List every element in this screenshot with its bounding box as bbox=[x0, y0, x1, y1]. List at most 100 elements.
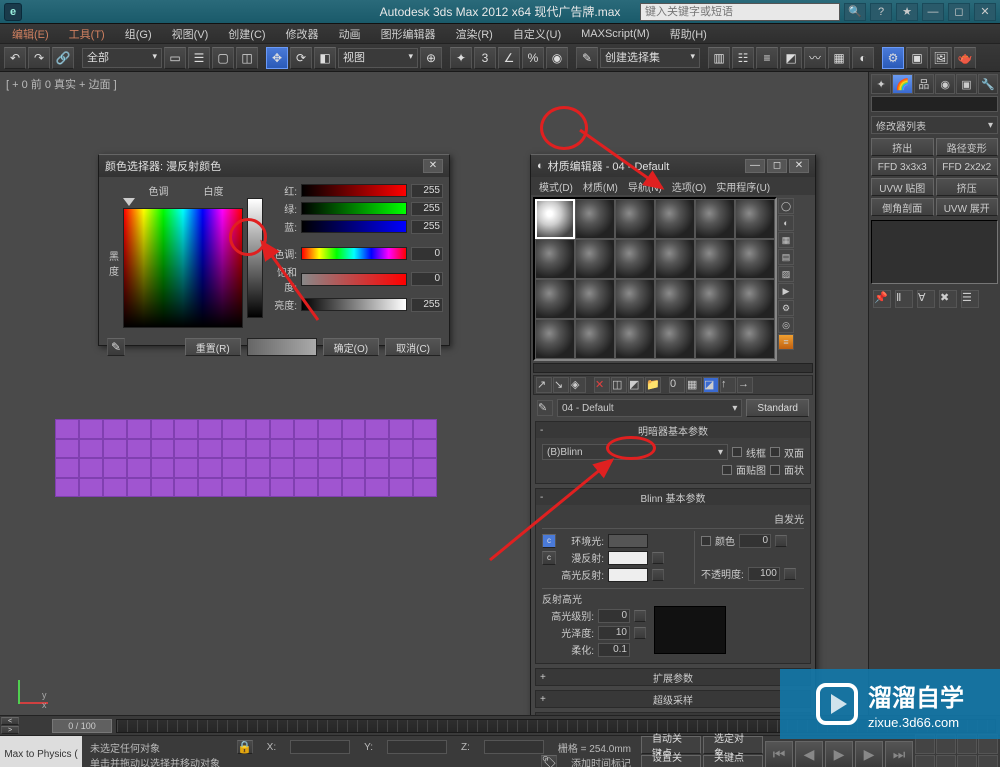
select-by-mat-icon[interactable]: ◎ bbox=[778, 317, 794, 333]
graphite-button[interactable]: ◩ bbox=[780, 47, 802, 69]
sat-value[interactable]: 0 bbox=[411, 272, 443, 286]
modifier-btn-ffd3[interactable]: FFD 3x3x3 bbox=[871, 158, 934, 176]
sample-slot[interactable] bbox=[735, 199, 775, 239]
menu-view[interactable]: 视图(V) bbox=[164, 25, 217, 43]
sample-slot[interactable] bbox=[535, 279, 575, 319]
sample-slot[interactable] bbox=[735, 319, 775, 359]
selection-filter-dropdown[interactable]: 全部 bbox=[82, 48, 162, 68]
nav-orbit-icon[interactable] bbox=[915, 755, 935, 767]
mat-menu-options[interactable]: 选项(O) bbox=[668, 178, 710, 195]
reset-map-icon[interactable]: ✕ bbox=[594, 377, 610, 393]
teapot-icon[interactable]: 🫖 bbox=[954, 47, 976, 69]
blue-value[interactable]: 255 bbox=[411, 220, 443, 234]
sat-slider[interactable] bbox=[301, 273, 407, 286]
mat-max-button[interactable]: ◻ bbox=[767, 159, 787, 173]
hierarchy-tab[interactable]: 品 bbox=[914, 74, 934, 94]
x-coord[interactable] bbox=[290, 740, 350, 754]
material-editor-title[interactable]: ◐材质编辑器 - 04 - Default — ◻ ✕ bbox=[531, 155, 815, 177]
sample-slot[interactable] bbox=[575, 279, 615, 319]
schematic-button[interactable]: ▦ bbox=[828, 47, 850, 69]
mat-min-button[interactable]: — bbox=[745, 159, 765, 173]
y-coord[interactable] bbox=[387, 740, 447, 754]
go-forward-icon[interactable]: → bbox=[737, 377, 753, 393]
sample-slot[interactable] bbox=[655, 279, 695, 319]
opacity-value[interactable]: 100 bbox=[748, 567, 780, 581]
maximize-button[interactable]: ◻ bbox=[948, 3, 970, 21]
assign-icon[interactable]: ◈ bbox=[570, 377, 586, 393]
sample-slot[interactable] bbox=[535, 239, 575, 279]
green-slider[interactable] bbox=[301, 202, 407, 215]
specular-map-button[interactable] bbox=[652, 569, 664, 581]
pin-stack-icon[interactable]: 📌 bbox=[873, 290, 891, 308]
utilities-tab[interactable]: 🔧 bbox=[978, 74, 998, 94]
menu-render[interactable]: 渲染(R) bbox=[448, 25, 501, 43]
sample-slot[interactable] bbox=[615, 239, 655, 279]
motion-tab[interactable]: ◉ bbox=[935, 74, 955, 94]
color-field[interactable] bbox=[123, 208, 243, 328]
sample-slot[interactable] bbox=[695, 239, 735, 279]
render-button[interactable]: 🖼 bbox=[930, 47, 952, 69]
nav-walk-icon[interactable] bbox=[957, 755, 977, 767]
material-type-button[interactable]: Standard bbox=[746, 399, 809, 417]
sample-slot[interactable] bbox=[735, 239, 775, 279]
select-button[interactable]: ▭ bbox=[164, 47, 186, 69]
prev-frame-button[interactable]: ◀ bbox=[795, 741, 823, 767]
selfillum-map-button[interactable] bbox=[775, 535, 787, 547]
help-search-input[interactable] bbox=[640, 3, 840, 21]
z-coord[interactable] bbox=[484, 740, 544, 754]
keyfilter-button[interactable]: 关键点过滤器 bbox=[703, 755, 763, 767]
uv-tile-icon[interactable]: ▤ bbox=[778, 249, 794, 265]
help-icon[interactable]: ? bbox=[870, 3, 892, 21]
selected-object-mesh[interactable] bbox=[55, 419, 437, 497]
mat-menu-material[interactable]: 材质(M) bbox=[579, 178, 622, 195]
material-editor-button[interactable]: ◐ bbox=[852, 47, 874, 69]
sample-slot[interactable] bbox=[695, 319, 735, 359]
redo-button[interactable]: ↷ bbox=[28, 47, 50, 69]
menu-help[interactable]: 帮助(H) bbox=[662, 25, 715, 43]
setkey-button[interactable]: 设置关键点 bbox=[641, 755, 701, 767]
mat-map-nav-icon[interactable]: ≡ bbox=[778, 334, 794, 350]
preview-icon[interactable]: ▶ bbox=[778, 283, 794, 299]
sample-slot[interactable] bbox=[655, 319, 695, 359]
modifier-stack[interactable] bbox=[871, 220, 998, 284]
specular-swatch[interactable] bbox=[608, 568, 648, 582]
mat-close-button[interactable]: ✕ bbox=[789, 159, 809, 173]
menu-edit[interactable]: 编辑(E) bbox=[4, 25, 57, 43]
mat-menu-nav[interactable]: 导航(N) bbox=[624, 178, 666, 195]
manip-button[interactable]: ✦ bbox=[450, 47, 472, 69]
curve-editor-button[interactable]: 〰 bbox=[804, 47, 826, 69]
shader-rollout-header[interactable]: -明暗器基本参数 bbox=[536, 422, 810, 438]
diffuse-swatch[interactable] bbox=[608, 551, 648, 565]
hue-slider[interactable] bbox=[301, 247, 407, 260]
menu-modifiers[interactable]: 修改器 bbox=[278, 25, 327, 43]
selfillum-value[interactable]: 0 bbox=[739, 534, 771, 548]
make-copy-icon[interactable]: ◫ bbox=[611, 377, 627, 393]
make-unique-icon[interactable]: ◩ bbox=[628, 377, 644, 393]
goto-end-button[interactable]: ⏭ bbox=[885, 741, 913, 767]
put-to-scene-icon[interactable]: ↘ bbox=[553, 377, 569, 393]
reset-button[interactable]: 重置(R) bbox=[185, 338, 241, 356]
spec-level-value[interactable]: 0 bbox=[598, 609, 630, 623]
modifier-list-dropdown[interactable]: 修改器列表▾ bbox=[871, 116, 998, 134]
backlight-icon[interactable]: ◐ bbox=[778, 215, 794, 231]
hue-value[interactable]: 0 bbox=[411, 247, 443, 261]
supersample-rollout[interactable]: +超级采样 bbox=[535, 690, 811, 708]
val-value[interactable]: 255 bbox=[411, 298, 443, 312]
close-button[interactable]: ✕ bbox=[974, 3, 996, 21]
render-frame-button[interactable]: ▣ bbox=[906, 47, 928, 69]
gloss-map-button[interactable] bbox=[634, 627, 646, 639]
material-name-dropdown[interactable]: 04 - Default▾ bbox=[557, 399, 742, 417]
angle-snap-button[interactable]: ∠ bbox=[498, 47, 520, 69]
modifier-btn-unwrap[interactable]: UVW 展开 bbox=[936, 198, 999, 216]
align-button[interactable]: ☷ bbox=[732, 47, 754, 69]
color-picker-close-button[interactable]: ✕ bbox=[423, 159, 443, 173]
sample-slot[interactable] bbox=[695, 199, 735, 239]
sample-hscroll[interactable] bbox=[533, 363, 813, 373]
sample-slot[interactable] bbox=[535, 319, 575, 359]
pivot-button[interactable]: ⊕ bbox=[420, 47, 442, 69]
eyedropper-button[interactable]: ✎ bbox=[107, 338, 125, 356]
timeline-up-icon[interactable]: < bbox=[1, 717, 19, 725]
selfillum-color-check[interactable] bbox=[701, 536, 711, 546]
nav-max-icon[interactable] bbox=[978, 755, 998, 767]
ambient-swatch[interactable] bbox=[608, 534, 648, 548]
